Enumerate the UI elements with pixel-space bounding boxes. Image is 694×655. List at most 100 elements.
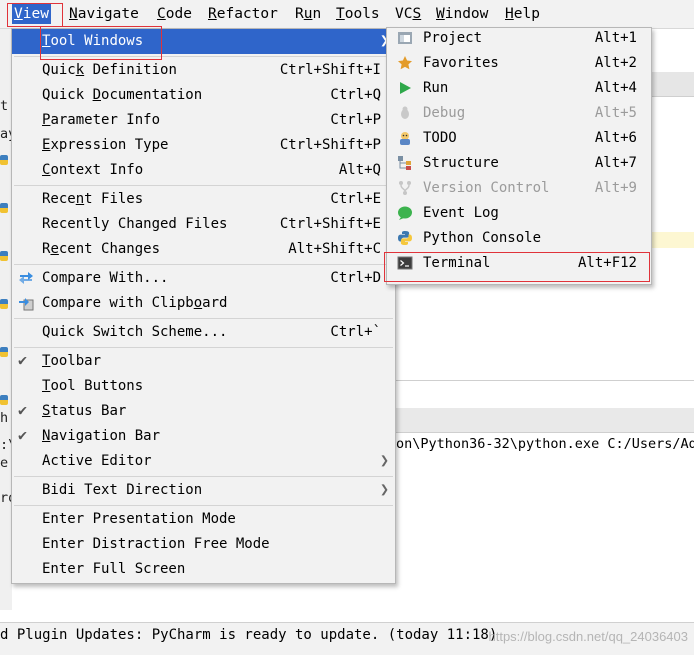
menu-item-label: Compare with Clipboard: [42, 295, 228, 311]
checkmark-icon: ✔: [18, 401, 28, 419]
view-menu-item-context-info[interactable]: Context Info Alt+Q: [12, 158, 395, 183]
menu-separator: [14, 347, 393, 348]
tool-window-item-todo[interactable]: TODO Alt+6: [387, 126, 651, 151]
chevron-right-icon: ❯: [379, 451, 389, 469]
view-menu-item-recent-files[interactable]: Recent Files Ctrl+E: [12, 187, 395, 212]
menu-item-label: Structure: [423, 155, 499, 171]
menu-bar: View Navigate Code Refactor Run Tools VCS Windo…: [0, 0, 694, 29]
tool-windows-submenu: Project Alt+1 Favorites Alt+2 Run Alt+4 Debug A…: [386, 27, 652, 285]
view-menu-item-active-editor[interactable]: Active Editor ❯: [12, 449, 395, 474]
tool-window-item-python-console[interactable]: Python Console: [387, 226, 651, 251]
menu-item-label: Navigation Bar: [42, 428, 161, 444]
menu-item-label: Enter Distraction Free Mode: [42, 536, 270, 552]
menu-code[interactable]: Code: [155, 4, 194, 24]
tool-window-item-project[interactable]: Project Alt+1: [387, 26, 651, 51]
compare-icon: [18, 270, 34, 286]
python-console-icon: [397, 230, 413, 246]
view-menu-item-quick-switch-scheme[interactable]: Quick Switch Scheme... Ctrl+`: [12, 320, 395, 345]
python-file-icon: [0, 347, 8, 357]
menu-separator: [14, 185, 393, 186]
watermark: https://blog.csdn.net/qq_24036403: [488, 629, 689, 644]
view-menu-item-expression-type[interactable]: Expression Type Ctrl+Shift+P: [12, 133, 395, 158]
view-menu-item-tool-windows[interactable]: Tool Windows ❯: [12, 29, 395, 54]
menu-item-label: Tool Buttons: [42, 378, 144, 394]
view-menu-item-parameter-info[interactable]: Parameter Info Ctrl+P: [12, 108, 395, 133]
run-panel-header: [395, 408, 694, 433]
menu-item-label: Debug: [423, 105, 466, 121]
tool-window-item-favorites[interactable]: Favorites Alt+2: [387, 51, 651, 76]
menu-item-label: Version Control: [423, 180, 550, 196]
view-menu-item-status-bar[interactable]: ✔ Status Bar: [12, 399, 395, 424]
menu-help[interactable]: Help: [503, 4, 542, 24]
menu-item-label: Parameter Info: [42, 112, 161, 128]
menu-navigate[interactable]: Navigate: [67, 4, 141, 24]
menu-item-label: Quick Switch Scheme...: [42, 324, 228, 340]
view-menu-item-compare-with[interactable]: Compare With... Ctrl+D: [12, 266, 395, 291]
python-file-icon: [0, 155, 8, 165]
menu-vcs[interactable]: VCS: [393, 4, 423, 24]
menu-item-label: Active Editor: [42, 453, 152, 469]
menu-item-shortcut: Ctrl+P: [330, 112, 381, 128]
view-menu: Tool Windows ❯ Quick Definition Ctrl+Shift+…: [11, 28, 396, 584]
tool-window-item-version-control: Version Control Alt+9: [387, 176, 651, 201]
debug-icon: [397, 105, 413, 121]
menu-item-shortcut: Alt+Shift+C: [288, 241, 381, 257]
menu-item-shortcut: Ctrl+Q: [330, 87, 381, 103]
tool-window-item-terminal[interactable]: Terminal Alt+F12: [387, 251, 651, 276]
menu-window[interactable]: Window: [434, 4, 490, 24]
terminal-icon: [397, 255, 413, 271]
view-menu-item-bidi-text-direction[interactable]: Bidi Text Direction ❯: [12, 478, 395, 503]
menu-item-shortcut: Ctrl+Shift+P: [279, 137, 381, 153]
menu-view[interactable]: View: [12, 4, 51, 24]
menu-item-shortcut: Alt+F12: [577, 255, 637, 271]
menu-item-label: Favorites: [423, 55, 499, 71]
menu-item-label: Project: [423, 30, 483, 46]
view-menu-item-toolbar[interactable]: ✔ Toolbar: [12, 349, 395, 374]
view-menu-item-quick-definition[interactable]: Quick Definition Ctrl+Shift+I: [12, 58, 395, 83]
view-menu-item-recent-changes[interactable]: Recent Changes Alt+Shift+C: [12, 237, 395, 262]
menu-item-shortcut: Ctrl+`: [330, 324, 381, 340]
compare-clipboard-icon: [18, 295, 34, 311]
menu-item-label: Context Info: [42, 162, 144, 178]
menu-item-shortcut: Alt+7: [594, 155, 637, 171]
menu-tools[interactable]: Tools: [334, 4, 382, 24]
view-menu-item-tool-buttons[interactable]: Tool Buttons: [12, 374, 395, 399]
menu-run[interactable]: Run: [293, 4, 323, 24]
menu-item-label: Recent Files: [42, 191, 144, 207]
menu-item-label: Python Console: [423, 230, 542, 246]
view-menu-item-quick-documentation[interactable]: Quick Documentation Ctrl+Q: [12, 83, 395, 108]
menu-item-label: Toolbar: [42, 353, 102, 369]
bg-text-fragment: h: [0, 410, 9, 426]
tool-window-item-run[interactable]: Run Alt+4: [387, 76, 651, 101]
checkmark-icon: ✔: [18, 426, 28, 444]
menu-item-label: Status Bar: [42, 403, 127, 419]
menu-item-label: Quick Definition: [42, 62, 177, 78]
menu-item-label: Expression Type: [42, 137, 169, 153]
view-menu-item-recently-changed-files[interactable]: Recently Changed Files Ctrl+Shift+E: [12, 212, 395, 237]
menu-separator: [14, 476, 393, 477]
menu-item-label: Quick Documentation: [42, 87, 203, 103]
menu-item-label: Event Log: [423, 205, 499, 221]
view-menu-item-enter-presentation-mode[interactable]: Enter Presentation Mode: [12, 507, 395, 532]
menu-item-shortcut: Ctrl+Shift+E: [279, 216, 381, 232]
menu-item-shortcut: Ctrl+E: [330, 191, 381, 207]
status-message[interactable]: d Plugin Updates: PyCharm is ready to up…: [0, 627, 497, 643]
tool-window-item-structure[interactable]: Structure Alt+7: [387, 151, 651, 176]
menu-refactor[interactable]: Refactor: [206, 4, 280, 24]
view-menu-item-navigation-bar[interactable]: ✔ Navigation Bar: [12, 424, 395, 449]
menu-item-label: Enter Presentation Mode: [42, 511, 236, 527]
menu-item-label: Run: [423, 80, 449, 96]
menu-item-shortcut: Alt+6: [594, 130, 637, 146]
menu-item-label: Recently Changed Files: [42, 216, 228, 232]
version-control-icon: [397, 180, 413, 196]
editor-highlight-line: [648, 232, 694, 248]
view-menu-item-enter-distraction-free-mode[interactable]: Enter Distraction Free Mode: [12, 532, 395, 557]
menu-separator: [14, 505, 393, 506]
python-file-icon: [0, 251, 8, 261]
run-command-line: on\Python36-32\python.exe C:/Users/Adm: [396, 436, 694, 452]
editor-separator: [395, 380, 694, 381]
menu-item-label: Recent Changes: [42, 241, 161, 257]
view-menu-item-enter-full-screen[interactable]: Enter Full Screen: [12, 557, 395, 582]
view-menu-item-compare-with-clipboard[interactable]: Compare with Clipboard: [12, 291, 395, 316]
tool-window-item-event-log[interactable]: Event Log: [387, 201, 651, 226]
